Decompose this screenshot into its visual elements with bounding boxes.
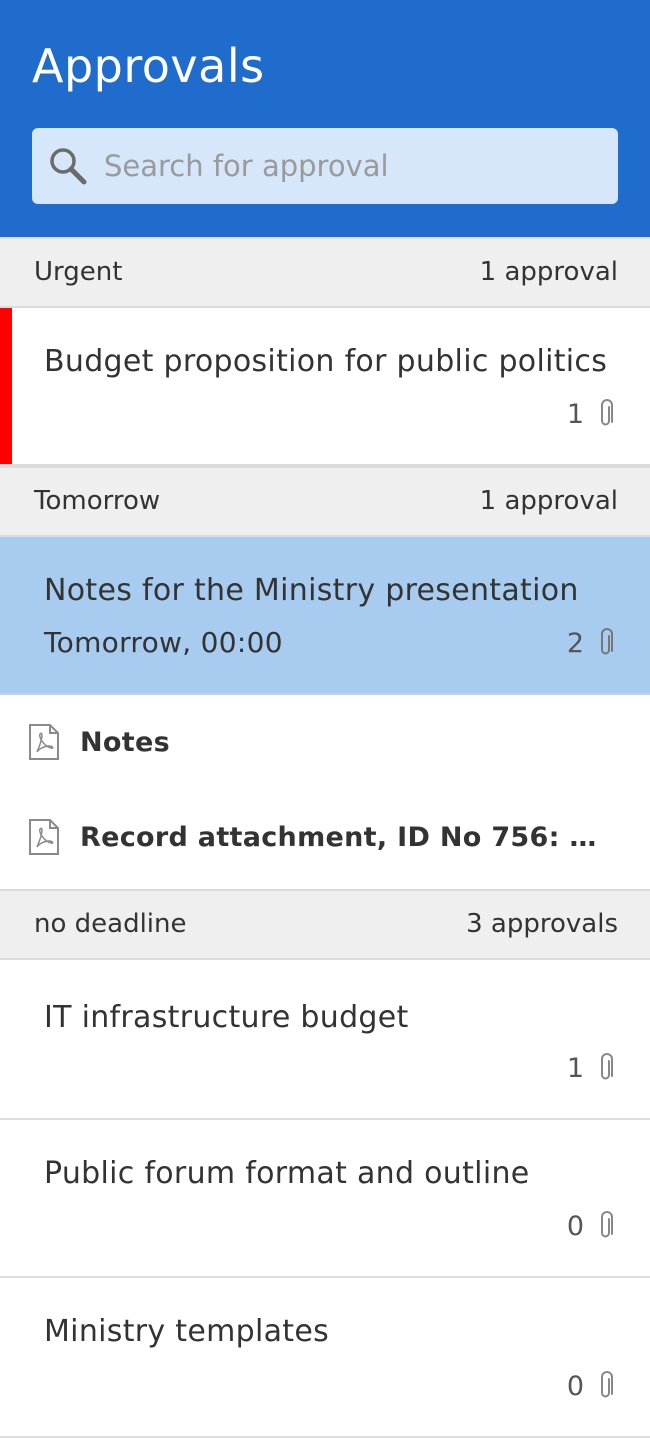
section-count: 3 approvals	[466, 909, 618, 939]
approval-title: Public forum format and outline	[44, 1156, 530, 1191]
attachment-count: 1	[567, 394, 614, 434]
approval-title: Notes for the Ministry presentation	[44, 573, 579, 608]
section-header-urgent: Urgent 1 approval	[0, 237, 650, 308]
paperclip-icon	[601, 399, 613, 426]
approval-item[interactable]: Budget proposition for public politics 1	[0, 308, 650, 466]
approval-deadline: Tomorrow, 00:00	[44, 626, 283, 659]
pdf-icon	[29, 724, 59, 760]
approval-title: Budget proposition for public politics	[44, 344, 608, 379]
approval-item[interactable]: Ministry templates 0	[0, 1278, 650, 1438]
attachment-file-row[interactable]: Notes	[0, 695, 650, 791]
section-count: 1 approval	[479, 486, 618, 516]
attachment-count: 2	[567, 623, 614, 663]
paperclip-icon	[601, 1211, 613, 1238]
app-header: Approvals	[0, 0, 650, 237]
urgent-marker	[0, 308, 12, 464]
paperclip-icon	[601, 1053, 613, 1080]
paperclip-icon	[601, 628, 613, 655]
attachment-number: 0	[566, 1370, 584, 1402]
attachment-number: 1	[566, 398, 584, 430]
attachment-file-name: Record attachment, ID No 756: Ministry p…	[80, 822, 620, 853]
section-header-no-deadline: no deadline 3 approvals	[0, 889, 650, 960]
attachment-count: 0	[567, 1366, 614, 1406]
pdf-icon	[29, 819, 59, 855]
section-count: 1 approval	[479, 257, 618, 287]
section-label: Tomorrow	[34, 486, 161, 516]
approval-item-selected[interactable]: Notes for the Ministry presentation Tomo…	[0, 537, 650, 695]
attachment-number: 1	[566, 1052, 584, 1084]
attachment-count: 0	[567, 1206, 614, 1246]
page-title: Approvals	[32, 39, 265, 93]
attachment-number: 0	[566, 1210, 584, 1242]
search-input[interactable]	[104, 128, 604, 204]
approval-item[interactable]: IT infrastructure budget 1	[0, 960, 650, 1120]
section-label: no deadline	[34, 909, 187, 939]
approval-item[interactable]: Public forum format and outline 0	[0, 1120, 650, 1278]
approval-title: Ministry templates	[44, 1314, 330, 1349]
attachment-number: 2	[566, 627, 584, 659]
approval-title: IT infrastructure budget	[44, 1000, 409, 1035]
paperclip-icon	[601, 1371, 613, 1398]
section-header-tomorrow: Tomorrow 1 approval	[0, 466, 650, 537]
search-icon	[50, 148, 87, 185]
search-box[interactable]	[32, 128, 618, 204]
attachment-count: 1	[567, 1048, 614, 1088]
attachment-file-name: Notes	[80, 727, 170, 758]
attachment-file-row[interactable]: Record attachment, ID No 756: Ministry p…	[0, 790, 650, 886]
section-label: Urgent	[34, 257, 123, 287]
